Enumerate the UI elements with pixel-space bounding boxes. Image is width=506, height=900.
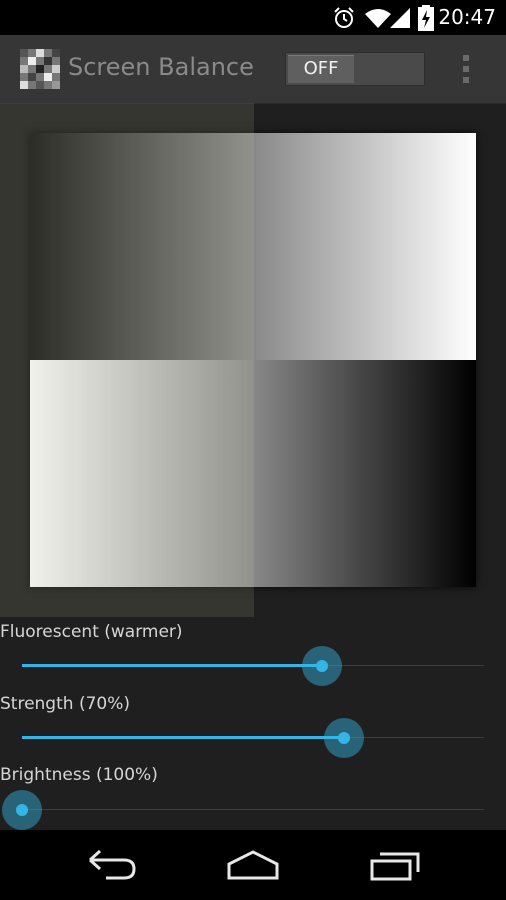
slider-track bbox=[22, 809, 484, 810]
slider-thumb[interactable] bbox=[2, 790, 42, 830]
brightness-slider[interactable] bbox=[2, 790, 484, 830]
enable-toggle[interactable]: OFF bbox=[285, 52, 425, 86]
status-time: 20:47 bbox=[438, 5, 496, 29]
gradient-dark-to-light bbox=[30, 133, 476, 360]
app-icon bbox=[20, 49, 60, 89]
temperature-label: Fluorescent (warmer) bbox=[0, 622, 183, 642]
toggle-thumb-label: OFF bbox=[288, 55, 354, 83]
screen: 20:47 Screen Balance OFF Fluorescent (wa… bbox=[0, 0, 506, 900]
status-bar: 20:47 bbox=[0, 0, 506, 35]
overflow-menu-icon[interactable] bbox=[456, 53, 476, 85]
slider-thumb[interactable] bbox=[324, 718, 364, 758]
alarm-icon bbox=[334, 7, 354, 28]
temperature-slider[interactable] bbox=[22, 646, 484, 686]
gradient-light-to-dark bbox=[30, 360, 476, 587]
slider-thumb[interactable] bbox=[301, 646, 342, 686]
slider-fill bbox=[22, 736, 344, 739]
home-icon[interactable] bbox=[226, 848, 280, 882]
battery-charging-icon bbox=[418, 5, 434, 31]
app-title: Screen Balance bbox=[68, 53, 254, 81]
signal-icon bbox=[390, 8, 410, 28]
strength-slider[interactable] bbox=[22, 718, 484, 758]
slider-fill bbox=[22, 664, 322, 667]
action-bar: Screen Balance OFF bbox=[0, 35, 506, 104]
brightness-label: Brightness (100%) bbox=[0, 765, 158, 785]
recent-apps-icon[interactable] bbox=[368, 848, 422, 882]
gradient-preview bbox=[30, 133, 476, 587]
back-icon[interactable] bbox=[86, 848, 138, 882]
strength-label: Strength (70%) bbox=[0, 694, 130, 714]
navigation-bar bbox=[0, 830, 506, 900]
